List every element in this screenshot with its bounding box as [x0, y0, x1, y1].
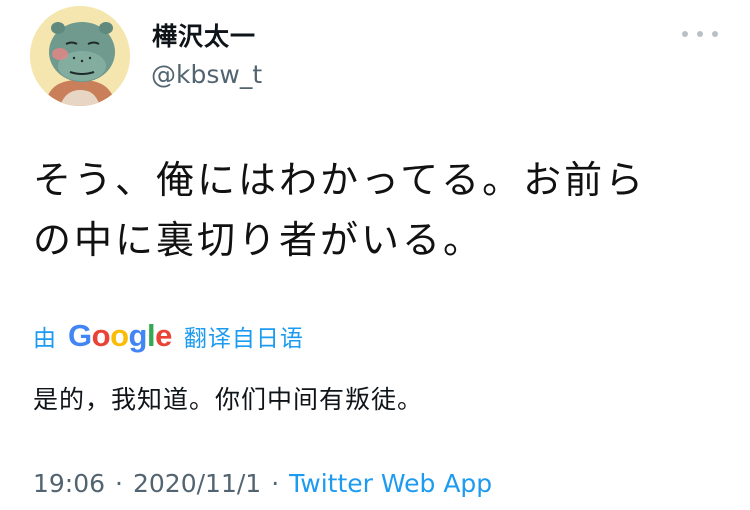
avatar[interactable] [30, 6, 130, 106]
more-dot [697, 31, 703, 37]
tweet-text-line: そう、俺にはわかってる。お前ら [33, 158, 647, 202]
more-dot [712, 31, 718, 37]
google-logo-letter: l [146, 318, 156, 353]
google-logo-letter: e [155, 318, 172, 353]
google-logo: Google [68, 318, 172, 354]
translate-by-label: 由 [33, 326, 56, 352]
google-logo-letter: G [68, 318, 92, 353]
google-logo-letter: o [110, 318, 129, 353]
hippo-avatar-icon [30, 6, 130, 106]
translate-action-label: 翻译自日语 [183, 326, 304, 352]
translate-button[interactable]: 由 Google 翻译自日语 [33, 318, 304, 354]
tweet-text: そう、俺にはわかってる。お前ら の中に裏切り者がいる。 [33, 150, 723, 270]
meta-separator: · [271, 469, 280, 498]
tweet-date[interactable]: 2020/11/1 [133, 466, 261, 502]
handle[interactable]: @kbsw_t [151, 60, 262, 90]
google-logo-letter: g [128, 318, 148, 353]
google-logo-letter: o [91, 318, 111, 353]
meta-separator: · [115, 469, 123, 498]
translated-text: 是的，我知道。你们中间有叛徒。 [33, 385, 424, 414]
tweet-meta: 19:06 · 2020/11/1 · Twitter Web App [33, 466, 492, 502]
more-dot [682, 31, 688, 37]
more-icon[interactable] [682, 22, 718, 46]
display-name[interactable]: 樺沢太一 [152, 22, 256, 52]
tweet-text-line: の中に裏切り者がいる。 [33, 218, 485, 262]
tweet-time[interactable]: 19:06 [33, 466, 105, 502]
tweet-source-link[interactable]: Twitter Web App [289, 466, 492, 502]
